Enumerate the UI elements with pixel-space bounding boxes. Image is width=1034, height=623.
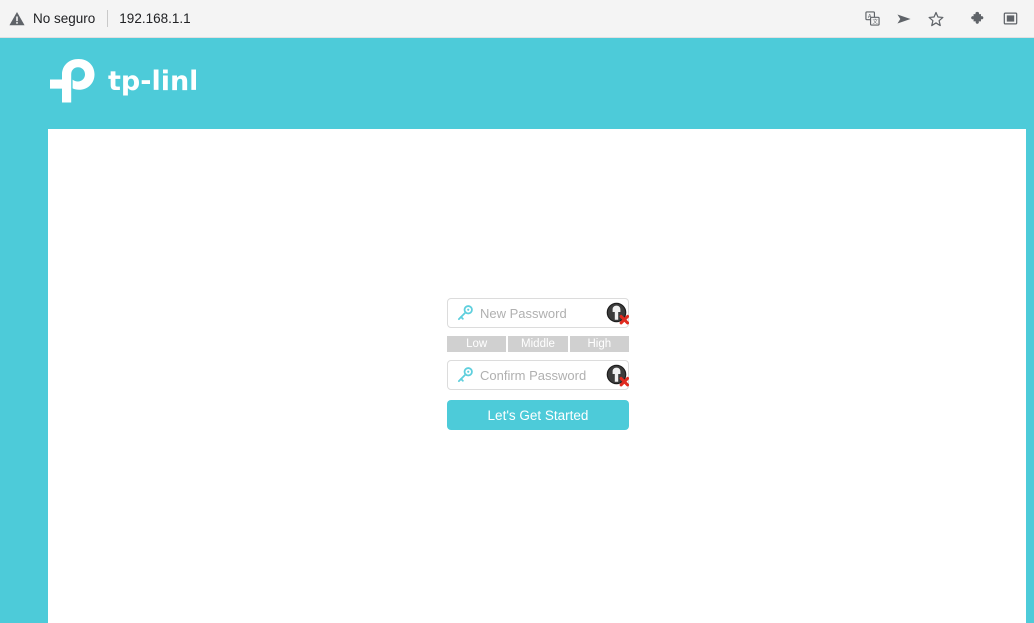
key-icon <box>456 366 474 384</box>
setup-content-panel: Low Middle High Let's Get Started <box>48 129 1026 623</box>
router-setup-page: tp-link <box>0 38 1034 623</box>
address-bar[interactable]: No seguro 192.168.1.1 <box>0 0 855 38</box>
share-icon[interactable] <box>889 4 919 34</box>
strength-segment-middle: Middle <box>508 336 570 352</box>
svg-text:tp-link: tp-link <box>108 66 196 97</box>
extensions-puzzle-icon[interactable] <box>963 4 993 34</box>
broken-image-icon[interactable] <box>605 363 629 387</box>
password-setup-form: Low Middle High Let's Get Started <box>447 298 629 430</box>
security-status-label: No seguro <box>33 11 96 26</box>
page-header: tp-link <box>0 38 1034 129</box>
browser-toolbar: No seguro 192.168.1.1 A 文 <box>0 0 1034 38</box>
translate-icon[interactable]: A 文 <box>857 4 887 34</box>
broken-image-icon[interactable] <box>605 301 629 325</box>
toolbar-divider <box>951 18 961 19</box>
key-icon <box>456 304 474 322</box>
password-strength-meter: Low Middle High <box>447 336 629 352</box>
warning-triangle-icon[interactable] <box>8 10 26 28</box>
browser-action-bar: A 文 <box>855 0 1034 38</box>
lets-get-started-button[interactable]: Let's Get Started <box>447 400 629 430</box>
strength-segment-low: Low <box>447 336 509 352</box>
url-text[interactable]: 192.168.1.1 <box>119 11 190 26</box>
sidebar-panel-icon[interactable] <box>995 4 1025 34</box>
strength-segment-high: High <box>569 336 629 352</box>
confirm-password-field[interactable] <box>447 360 629 390</box>
address-divider <box>107 10 109 27</box>
bookmark-star-icon[interactable] <box>921 4 951 34</box>
new-password-field[interactable] <box>447 298 629 328</box>
tp-link-logo: tp-link <box>48 55 196 111</box>
